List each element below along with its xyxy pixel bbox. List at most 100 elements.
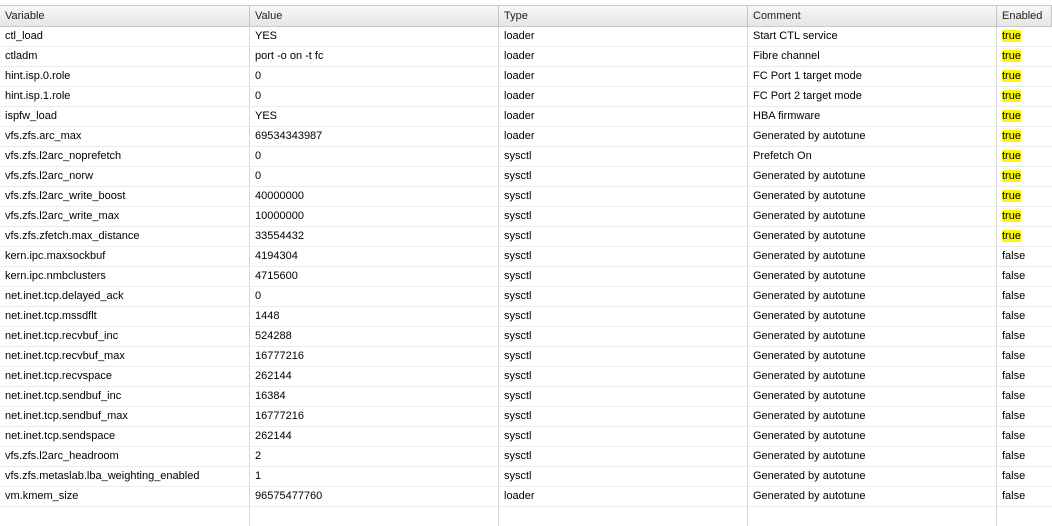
value-cell: YES	[250, 107, 499, 126]
comment-cell: Generated by autotune	[748, 247, 997, 266]
enabled-cell: false	[1002, 370, 1026, 382]
enabled-cell: false	[1002, 330, 1026, 342]
type-cell: sysctl	[499, 347, 748, 366]
table-row[interactable]: vfs.zfs.zfetch.max_distance 33554432 sysct…	[0, 227, 1052, 247]
empty-cell	[499, 506, 748, 526]
table-row[interactable]: net.inet.tcp.mssdflt 1448 sysctl Generated …	[0, 307, 1052, 327]
enabled-cell: true	[997, 107, 1052, 126]
variable-cell: vfs.zfs.metaslab.lba_weighting_enabled	[0, 467, 250, 486]
comment-cell: Start CTL service	[748, 27, 997, 46]
value-cell: 0	[250, 147, 499, 166]
type-cell: sysctl	[499, 307, 748, 326]
empty-cell	[0, 506, 250, 526]
variable-cell: hint.isp.0.role	[0, 67, 250, 86]
value-cell: 96575477760	[250, 487, 499, 506]
variable-cell: kern.ipc.nmbclusters	[0, 267, 250, 286]
table-row[interactable]: net.inet.tcp.delayed_ack 0 sysctl Generated…	[0, 287, 1052, 307]
empty-cell	[748, 506, 997, 526]
value-cell: 10000000	[250, 207, 499, 226]
variable-cell: vfs.zfs.l2arc_write_max	[0, 207, 250, 226]
table-row[interactable]: vfs.zfs.l2arc_headroom 2 sysctl Generated b…	[0, 447, 1052, 467]
value-cell: 1448	[250, 307, 499, 326]
comment-cell: Generated by autotune	[748, 207, 997, 226]
value-cell: 0	[250, 87, 499, 106]
comment-cell: Generated by autotune	[748, 487, 997, 506]
column-header-variable[interactable]: Variable	[0, 6, 250, 26]
comment-cell: Generated by autotune	[748, 427, 997, 446]
column-header-enabled[interactable]: Enabled	[997, 6, 1052, 26]
value-cell: 1	[250, 467, 499, 486]
value-cell: 262144	[250, 367, 499, 386]
comment-cell: FC Port 2 target mode	[748, 87, 997, 106]
enabled-true-highlight: true	[1002, 170, 1021, 182]
type-cell: sysctl	[499, 167, 748, 186]
comment-cell: Generated by autotune	[748, 307, 997, 326]
table-row[interactable]: hint.isp.1.role 0 loader FC Port 2 target m…	[0, 87, 1052, 107]
table-row[interactable]: vfs.zfs.l2arc_norw 0 sysctl Generated by au…	[0, 167, 1052, 187]
column-header-value[interactable]: Value	[250, 6, 499, 26]
comment-cell: Generated by autotune	[748, 167, 997, 186]
variable-cell: vfs.zfs.zfetch.max_distance	[0, 227, 250, 246]
value-cell: 0	[250, 167, 499, 186]
enabled-true-highlight: true	[1002, 70, 1021, 82]
table-row[interactable]: ctl_load YES loader Start CTL service true	[0, 27, 1052, 47]
variable-cell: vfs.zfs.l2arc_headroom	[0, 447, 250, 466]
table-row[interactable]: net.inet.tcp.recvbuf_max 16777216 sysctl Ge…	[0, 347, 1052, 367]
value-cell: 33554432	[250, 227, 499, 246]
comment-cell: Generated by autotune	[748, 407, 997, 426]
table-row[interactable]: hint.isp.0.role 0 loader FC Port 1 target m…	[0, 67, 1052, 87]
comment-cell: Generated by autotune	[748, 327, 997, 346]
variable-cell: net.inet.tcp.mssdflt	[0, 307, 250, 326]
variable-cell: vfs.zfs.arc_max	[0, 127, 250, 146]
comment-cell: Generated by autotune	[748, 287, 997, 306]
enabled-cell: false	[1002, 450, 1026, 462]
enabled-cell: false	[1002, 390, 1026, 402]
value-cell: 2	[250, 447, 499, 466]
variable-cell: vm.kmem_size	[0, 487, 250, 506]
variable-cell: net.inet.tcp.sendbuf_max	[0, 407, 250, 426]
table-row[interactable]: net.inet.tcp.recvbuf_inc 524288 sysctl Gene…	[0, 327, 1052, 347]
comment-cell: Prefetch On	[748, 147, 997, 166]
variable-cell: net.inet.tcp.sendbuf_inc	[0, 387, 250, 406]
table-row[interactable]: ctladm port -o on -t fc loader Fibre channe…	[0, 47, 1052, 67]
table-row[interactable]: kern.ipc.nmbclusters 4715600 sysctl Generat…	[0, 267, 1052, 287]
column-header-comment[interactable]: Comment	[748, 6, 997, 26]
table-row[interactable]: vfs.zfs.l2arc_write_max 10000000 sysctl Gen…	[0, 207, 1052, 227]
enabled-cell: true	[997, 67, 1052, 86]
enabled-cell: false	[1002, 270, 1026, 282]
comment-cell: Generated by autotune	[748, 387, 997, 406]
table-row[interactable]: kern.ipc.maxsockbuf 4194304 sysctl Generate…	[0, 247, 1052, 267]
column-header-type[interactable]: Type	[499, 6, 748, 26]
value-cell: 262144	[250, 427, 499, 446]
type-cell: sysctl	[499, 207, 748, 226]
table-row[interactable]: ispfw_load YES loader HBA firmware true	[0, 107, 1052, 127]
comment-cell: Generated by autotune	[748, 127, 997, 146]
type-cell: sysctl	[499, 447, 748, 466]
table-row[interactable]: net.inet.tcp.sendbuf_inc 16384 sysctl Gener…	[0, 387, 1052, 407]
value-cell: 16777216	[250, 347, 499, 366]
table-row[interactable]: net.inet.tcp.sendbuf_max 16777216 sysctl Ge…	[0, 407, 1052, 427]
type-cell: sysctl	[499, 327, 748, 346]
comment-cell: Generated by autotune	[748, 447, 997, 466]
table-row[interactable]: vfs.zfs.l2arc_noprefetch 0 sysctl Prefetch …	[0, 147, 1052, 167]
table-row[interactable]: net.inet.tcp.sendspace 262144 sysctl Genera…	[0, 427, 1052, 447]
table-row[interactable]: net.inet.tcp.recvspace 262144 sysctl Genera…	[0, 367, 1052, 387]
tunables-grid: Variable Value Type Comment Enabled ctl_…	[0, 5, 1052, 507]
table-row[interactable]: vfs.zfs.metaslab.lba_weighting_enabled 1 s…	[0, 467, 1052, 487]
type-cell: sysctl	[499, 227, 748, 246]
value-cell: 16777216	[250, 407, 499, 426]
table-row[interactable]: vm.kmem_size 96575477760 loader Generated b…	[0, 487, 1052, 507]
enabled-cell: true	[997, 187, 1052, 206]
value-cell: 4715600	[250, 267, 499, 286]
variable-cell: vfs.zfs.l2arc_write_boost	[0, 187, 250, 206]
grid-empty-area	[0, 506, 1052, 526]
type-cell: sysctl	[499, 367, 748, 386]
table-row[interactable]: vfs.zfs.l2arc_write_boost 40000000 sysctl G…	[0, 187, 1052, 207]
table-row[interactable]: vfs.zfs.arc_max 69534343987 loader Generate…	[0, 127, 1052, 147]
variable-cell: net.inet.tcp.recvspace	[0, 367, 250, 386]
comment-cell: Generated by autotune	[748, 347, 997, 366]
enabled-cell: true	[997, 207, 1052, 226]
value-cell: 16384	[250, 387, 499, 406]
value-cell: 524288	[250, 327, 499, 346]
variable-cell: net.inet.tcp.recvbuf_inc	[0, 327, 250, 346]
